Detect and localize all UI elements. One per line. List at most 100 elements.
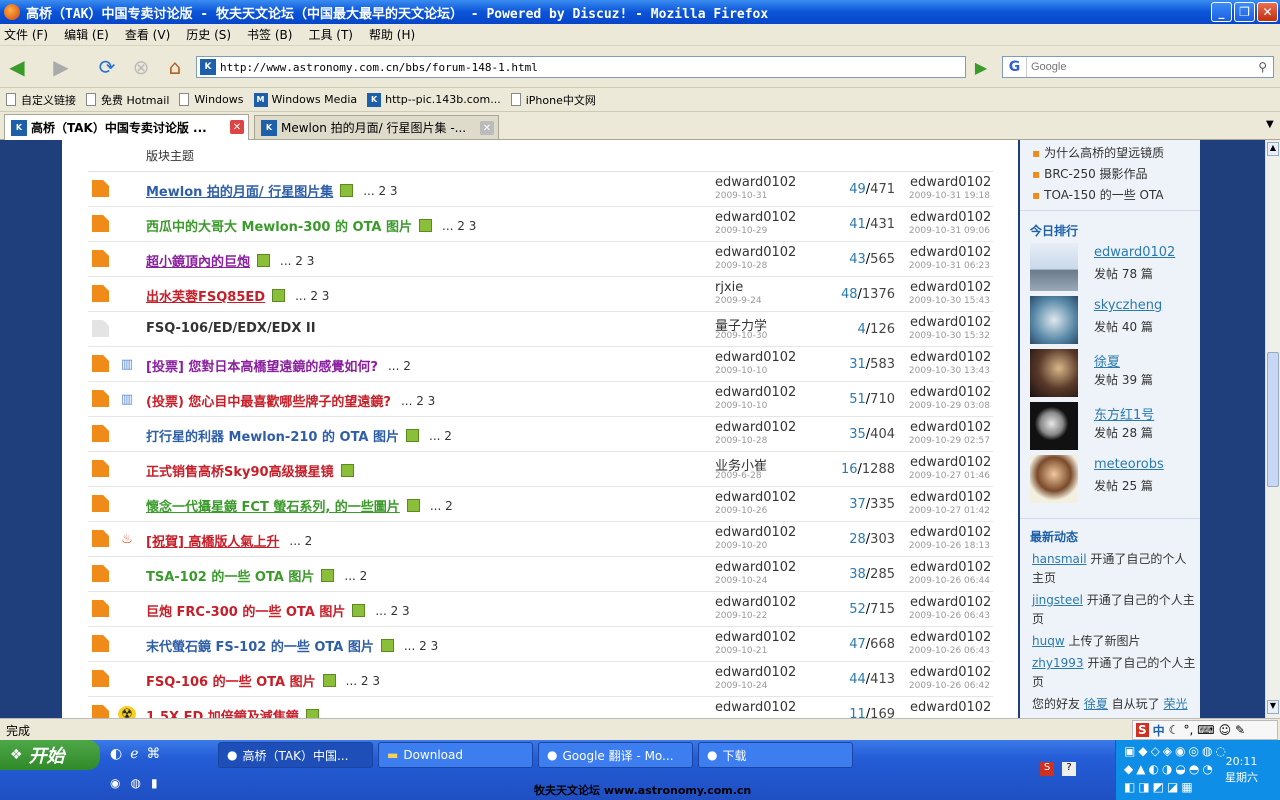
bookmark-iphone[interactable]: iPhone中文网 xyxy=(510,92,596,108)
feed-user-link[interactable]: zhy1993 xyxy=(1032,656,1084,670)
last-poster[interactable]: edward0102 xyxy=(910,350,991,365)
thread-author[interactable]: edward0102 xyxy=(715,350,796,365)
menu-history[interactable]: 历史 (S) xyxy=(186,26,231,43)
last-poster[interactable]: edward0102 xyxy=(910,490,991,505)
tray-icons-row3[interactable]: ◧◨◩◪▦ xyxy=(1124,780,1196,794)
related-link[interactable]: ▪ TOA-150 的一些 OTA xyxy=(1032,186,1164,203)
chinese-mode-icon[interactable]: 中 xyxy=(1153,722,1165,739)
menu-edit[interactable]: 编辑 (E) xyxy=(64,26,109,43)
thread-author[interactable]: edward0102 xyxy=(715,700,796,715)
menu-tools[interactable]: 工具 (T) xyxy=(308,26,353,43)
bookmark-pic[interactable]: Khttp--pic.143b.com... xyxy=(367,92,501,107)
related-link[interactable]: ▪ BRC-250 摄影作品 xyxy=(1032,165,1148,182)
feed-user-link[interactable]: 徐夏 xyxy=(1084,697,1108,711)
sogou-icon[interactable]: S xyxy=(1136,723,1149,737)
feed-user-link[interactable]: hansmail xyxy=(1032,552,1087,566)
thread-pages[interactable]: ... 2 3 xyxy=(346,674,380,688)
tab-close-icon[interactable]: ✕ xyxy=(230,120,244,134)
thread-link[interactable]: 末代螢石鏡 FS-102 的一些 OTA 图片 xyxy=(146,636,374,655)
bookmark-hotmail[interactable]: 免费 Hotmail xyxy=(86,92,169,108)
ime-toolbar[interactable]: S 中 ☾ °, ⌨ ☺ ✎ xyxy=(1132,720,1278,740)
ranking-user-link[interactable]: 东方红1号 xyxy=(1094,404,1154,423)
thread-link[interactable]: 出水芙蓉FSQ85ED xyxy=(146,286,265,305)
search-input[interactable] xyxy=(1031,61,1241,73)
last-poster[interactable]: edward0102 xyxy=(910,420,991,435)
scroll-up-icon[interactable]: ▲ xyxy=(1267,142,1279,156)
thread-author[interactable]: edward0102 xyxy=(715,245,796,260)
thread-author[interactable]: edward0102 xyxy=(715,595,796,610)
thread-author[interactable]: edward0102 xyxy=(715,560,796,575)
bookmark-windows[interactable]: Windows xyxy=(179,93,244,106)
tray-icons[interactable]: ▣◆◇◈◉◎◍◌ xyxy=(1124,744,1229,758)
avatar[interactable] xyxy=(1030,243,1078,291)
thread-author[interactable]: edward0102 xyxy=(715,175,796,190)
home-icon[interactable]: ⌂ xyxy=(162,55,188,79)
clock[interactable]: 20:11 星期六 xyxy=(1225,754,1258,786)
thread-link[interactable]: 打行星的利器 Mewlon-210 的 OTA 图片 xyxy=(146,426,399,445)
address-bar[interactable]: K xyxy=(196,56,966,78)
thread-link[interactable]: 1.5X ED 加倍鏡及減焦鏡 xyxy=(146,706,299,718)
google-icon[interactable]: G xyxy=(1003,57,1027,77)
thread-author[interactable]: edward0102 xyxy=(715,210,796,225)
taskbar-download-folder[interactable]: ▬ Download xyxy=(378,742,533,768)
thread-author[interactable]: edward0102 xyxy=(715,490,796,505)
thread-link[interactable]: 超小鏡頂內的巨炮 xyxy=(146,251,250,270)
taskbar-google-translate[interactable]: ● Google 翻译 - Mo... xyxy=(538,742,693,768)
thread-link[interactable]: Mewlon 拍的月面/ 行星图片集 xyxy=(146,181,333,200)
thread-pages[interactable]: ... 2 xyxy=(289,534,312,548)
search-box[interactable]: G ⚲ xyxy=(1002,56,1274,78)
reload-icon[interactable]: ⟳ xyxy=(94,55,120,79)
feed-user-link[interactable]: huqw xyxy=(1032,634,1065,648)
thread-pages[interactable]: ... 2 xyxy=(344,569,367,583)
vertical-scrollbar[interactable]: ▲ ▼ xyxy=(1265,140,1280,718)
last-poster[interactable]: edward0102 xyxy=(910,245,991,260)
go-icon[interactable]: ▶ xyxy=(968,56,994,78)
quick-launch[interactable]: ◐ℯ⌘ xyxy=(110,746,169,762)
thread-pages[interactable]: ... 2 3 xyxy=(401,394,435,408)
thread-author[interactable]: edward0102 xyxy=(715,420,796,435)
thread-pages[interactable]: ... 2 3 xyxy=(363,184,397,198)
ranking-user-link[interactable]: edward0102 xyxy=(1094,245,1175,260)
bookmark-custom-links[interactable]: 自定义链接 xyxy=(6,92,76,108)
last-poster[interactable]: edward0102 xyxy=(910,385,991,400)
keyboard-icon[interactable]: ⌨ xyxy=(1197,723,1214,737)
punctuation-icon[interactable]: °, xyxy=(1183,723,1193,737)
thread-link[interactable]: TSA-102 的一些 OTA 图片 xyxy=(146,566,314,585)
ranking-user-link[interactable]: 徐夏 xyxy=(1094,351,1120,370)
last-poster[interactable]: edward0102 xyxy=(910,630,991,645)
user-icon[interactable]: ☺ xyxy=(1219,723,1232,737)
forward-icon[interactable]: ▶ xyxy=(48,55,74,79)
menu-view[interactable]: 查看 (V) xyxy=(125,26,170,43)
last-poster[interactable]: edward0102 xyxy=(910,175,991,190)
tray-icons-row2[interactable]: ◆▲◐◑◒◓◔ xyxy=(1124,762,1216,776)
thread-link[interactable]: [投票] 您對日本高橋望遠鏡的感覺如何? xyxy=(146,356,378,375)
scroll-thumb[interactable] xyxy=(1267,352,1279,487)
thread-link[interactable]: (投票) 您心目中最喜歡哪些牌子的望遠鏡? xyxy=(146,391,391,410)
bookmark-windows-media[interactable]: M Windows Media xyxy=(253,92,357,107)
thread-link[interactable]: 正式销售高桥Sky90高级摄星镜 xyxy=(146,461,334,480)
taskbar-firefox-forum[interactable]: ● 高桥（TAK）中国... xyxy=(218,742,373,768)
stop-icon[interactable]: ⊗ xyxy=(128,55,154,79)
thread-author[interactable]: edward0102 xyxy=(715,630,796,645)
menu-file[interactable]: 文件 (F) xyxy=(4,26,48,43)
related-link[interactable]: ▪ 为什么高桥的望远镜质 xyxy=(1032,144,1164,161)
tab-list-icon[interactable]: ▼ xyxy=(1266,119,1274,130)
menu-bookmarks[interactable]: 书签 (B) xyxy=(247,26,292,43)
thread-pages[interactable]: ... 2 3 xyxy=(295,289,329,303)
last-poster[interactable]: edward0102 xyxy=(910,700,991,715)
thread-link[interactable]: 巨炮 FRC-300 的一些 OTA 图片 xyxy=(146,601,345,620)
quick-launch-row2[interactable]: ◉◍▮ xyxy=(110,776,168,790)
tab-close-icon[interactable]: ✕ xyxy=(480,121,494,135)
taskbar-downloads[interactable]: ● 下载 xyxy=(698,742,853,768)
thread-pages[interactable]: ... 2 xyxy=(388,359,411,373)
thread-link[interactable]: [祝賀] 高橋版人氣上升 xyxy=(146,531,279,550)
moon-icon[interactable]: ☾ xyxy=(1169,723,1180,737)
thread-pages[interactable]: ... 2 xyxy=(429,429,452,443)
thread-link[interactable]: 西瓜中的大哥大 Mewlon-300 的 OTA 图片 xyxy=(146,216,412,235)
minimize-button[interactable]: _ xyxy=(1211,2,1232,22)
thread-link[interactable]: 懷念一代攝星鏡 FCT 螢石系列, 的一些圖片 xyxy=(146,496,400,515)
start-button[interactable]: ❖ 开始 xyxy=(0,740,100,770)
back-icon[interactable]: ◀ xyxy=(4,55,30,79)
avatar[interactable] xyxy=(1030,455,1078,503)
feed-user-link[interactable]: 荣光 xyxy=(1163,697,1187,711)
